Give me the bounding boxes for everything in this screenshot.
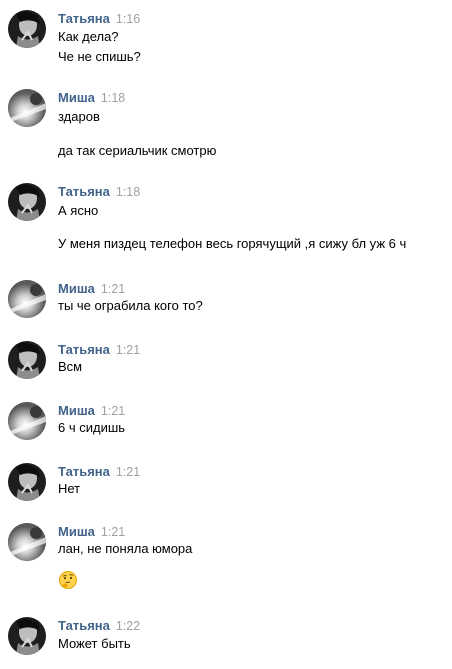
message-time[interactable]: 1:21 <box>101 525 125 539</box>
avatar-misha[interactable] <box>8 89 46 127</box>
author-name[interactable]: Татьяна <box>58 464 110 479</box>
avatar-tatiana[interactable] <box>8 10 46 48</box>
author-name[interactable]: Миша <box>58 281 95 296</box>
author-name[interactable]: Татьяна <box>58 342 110 357</box>
author-name[interactable]: Миша <box>58 403 95 418</box>
message-text: лан, не поняла юмора <box>58 541 193 556</box>
avatar-misha[interactable] <box>8 280 46 318</box>
author-name[interactable]: Татьяна <box>58 11 110 26</box>
message-time[interactable]: 1:16 <box>116 12 140 26</box>
message-time[interactable]: 1:18 <box>116 185 140 199</box>
message-time[interactable]: 1:21 <box>116 465 140 479</box>
author-name[interactable]: Татьяна <box>58 184 110 199</box>
message-text: Всм <box>58 359 83 374</box>
message-time[interactable]: 1:18 <box>101 91 125 105</box>
message-text: Нет <box>58 481 81 496</box>
author-name[interactable]: Татьяна <box>58 618 110 633</box>
message-time[interactable]: 1:21 <box>101 282 125 296</box>
thinking-face-emoji <box>58 570 78 595</box>
message-time[interactable]: 1:22 <box>116 619 140 633</box>
message-text: 6 ч сидишь <box>58 420 126 435</box>
message-text: Может быть <box>58 636 131 651</box>
message-text: Че не спишь? <box>58 49 141 64</box>
message-text: У меня пиздец телефон весь горячущий ,я … <box>58 236 407 251</box>
avatar-misha[interactable] <box>8 402 46 440</box>
message-time[interactable]: 1:21 <box>101 404 125 418</box>
message-text: ты че ограбила кого то? <box>58 298 203 313</box>
message-text: А ясно <box>58 203 99 218</box>
avatar-tatiana[interactable] <box>8 341 46 379</box>
message-text: да так сериальчик смотрю <box>58 143 217 158</box>
message-text: Как дела? <box>58 29 119 44</box>
author-name[interactable]: Миша <box>58 90 95 105</box>
avatar-misha[interactable] <box>8 523 46 561</box>
message-text: здаров <box>58 109 100 124</box>
avatar-tatiana[interactable] <box>8 183 46 221</box>
avatar-tatiana[interactable] <box>8 617 46 655</box>
message-time[interactable]: 1:21 <box>116 343 140 357</box>
author-name[interactable]: Миша <box>58 524 95 539</box>
avatar-tatiana[interactable] <box>8 463 46 501</box>
